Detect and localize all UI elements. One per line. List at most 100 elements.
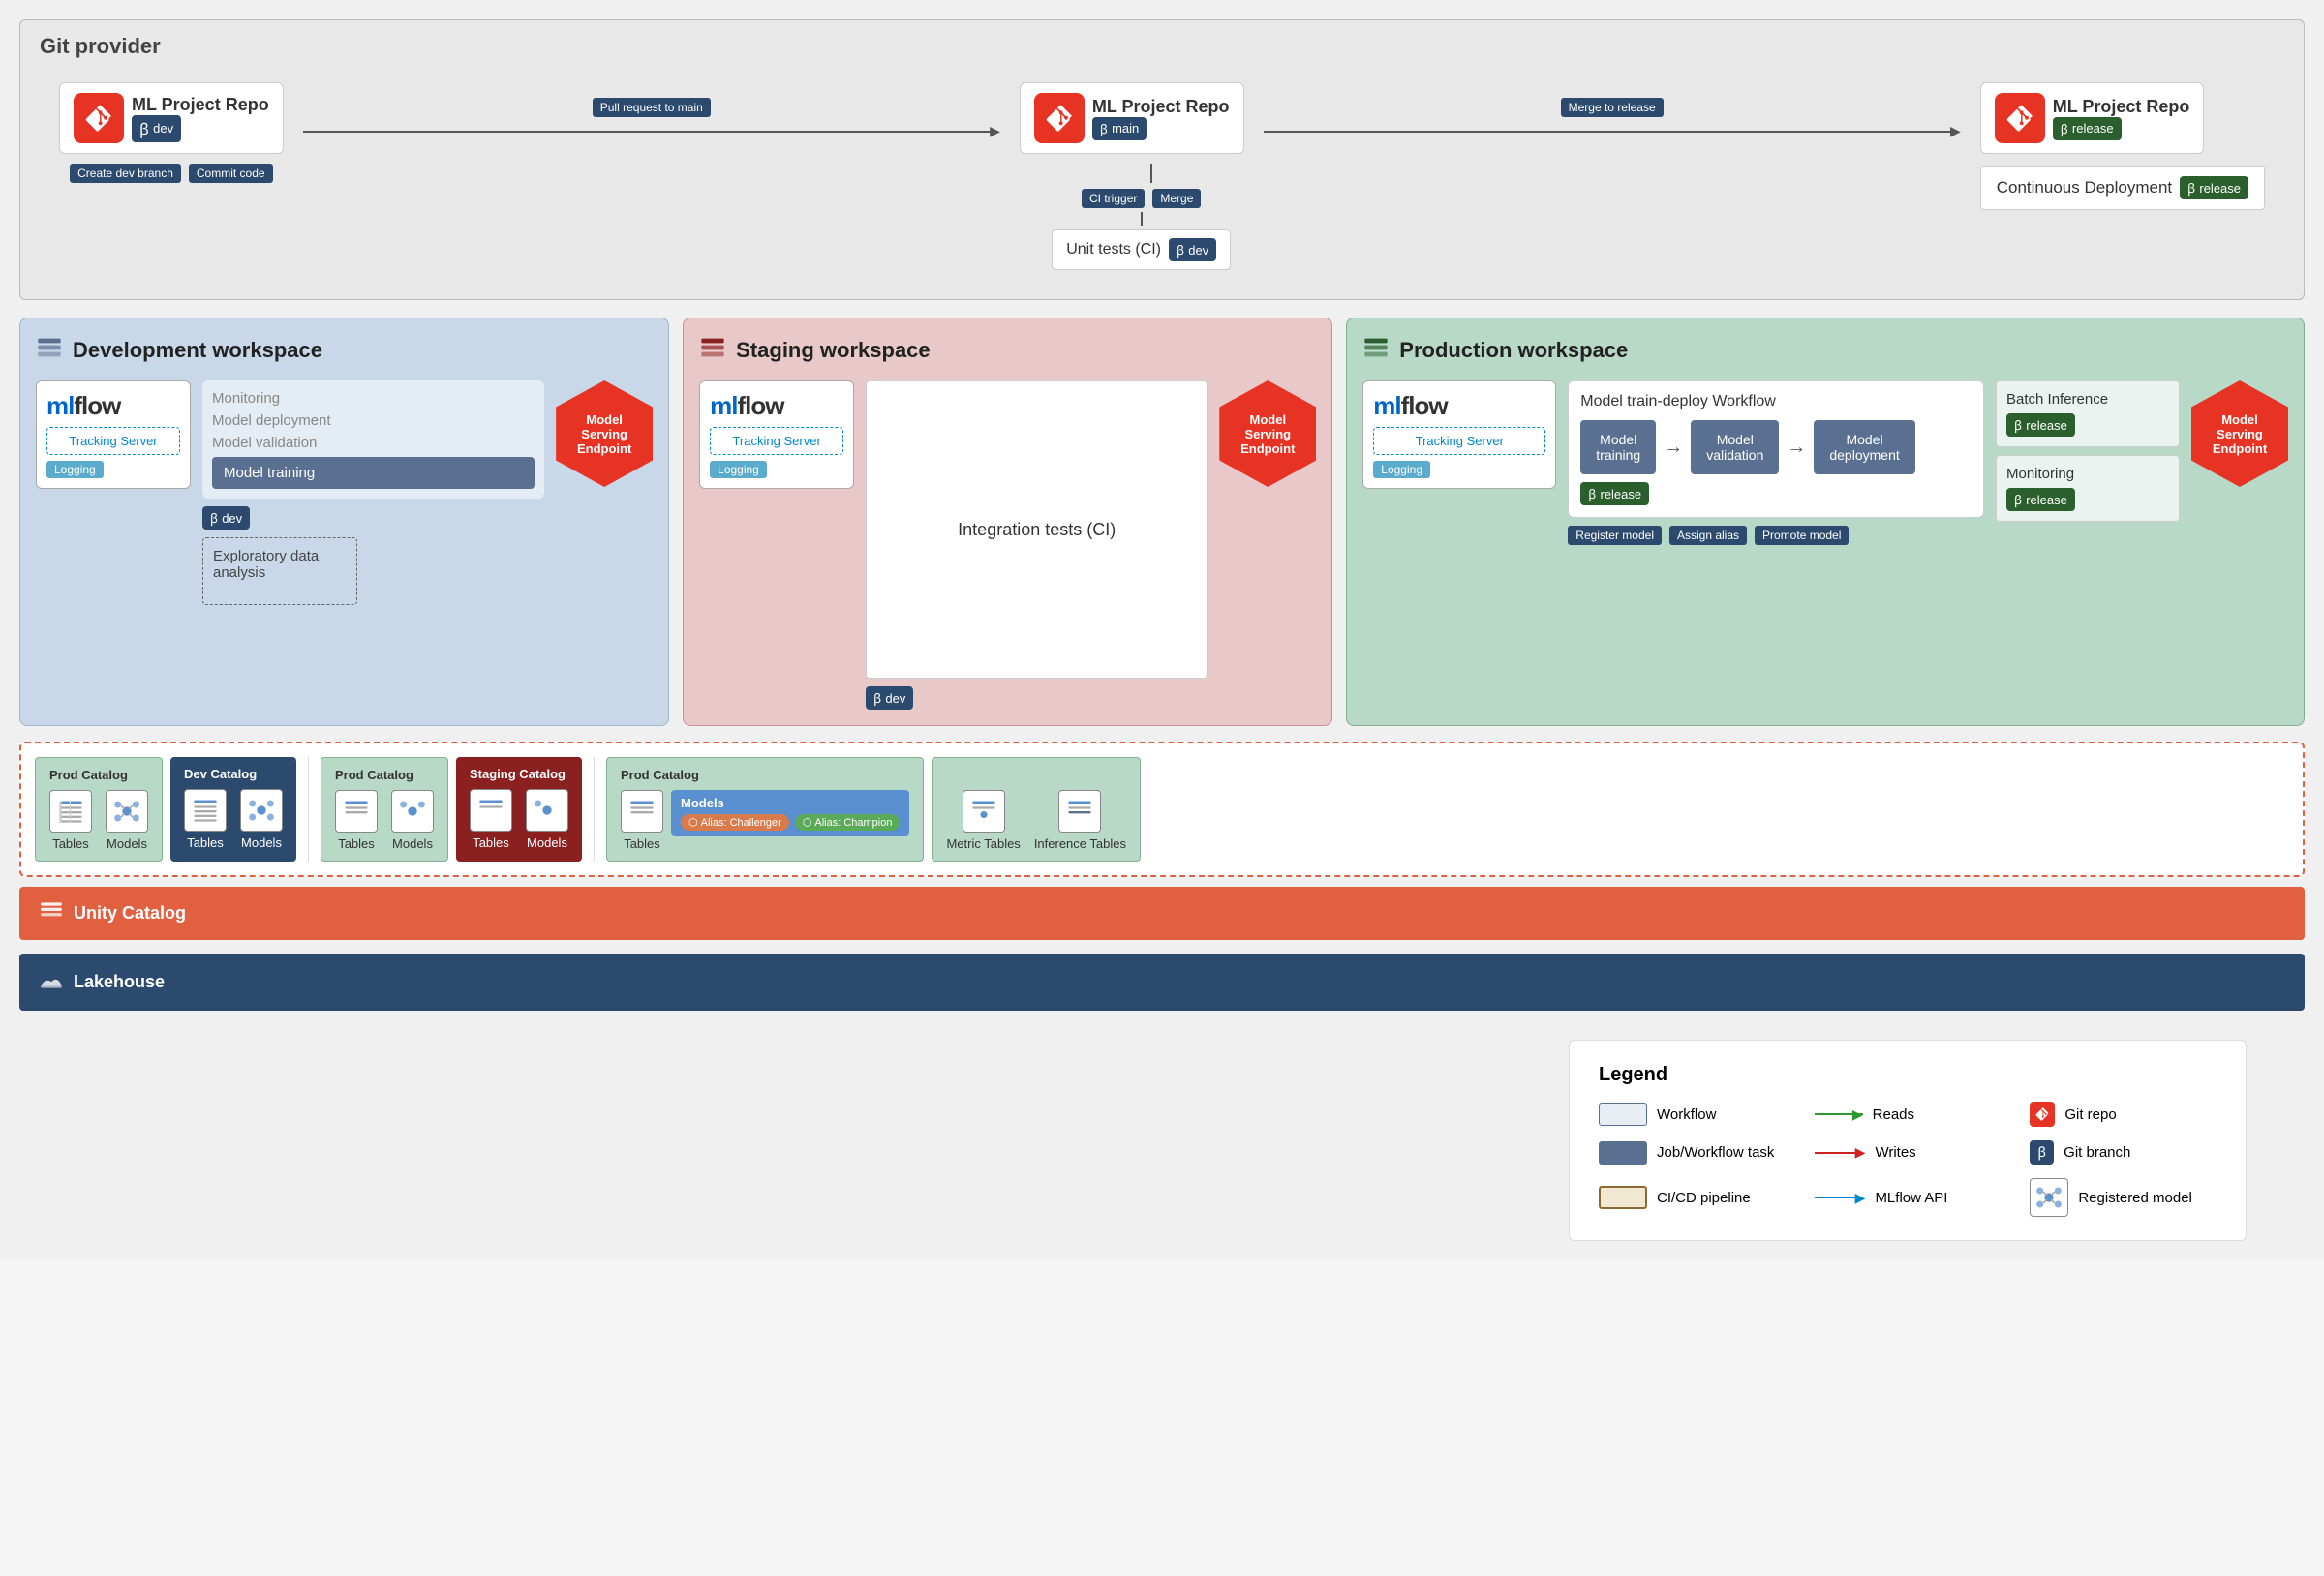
prod-model-serving-label: Model Serving Endpoint (2197, 412, 2282, 456)
legend-reads-symbol: ▶ (1815, 1113, 1863, 1115)
extra-tables-catalog: . Metric Tables Inference Ta (932, 757, 1141, 862)
staging-tables-label: Tables (473, 835, 509, 850)
dev-models-label: Models (241, 835, 282, 850)
dev-workspace-content: mlflow Tracking Server Logging Monitorin… (36, 380, 653, 710)
models-icon-dev (240, 789, 283, 832)
dev-model-serving: Model Serving Endpoint (556, 380, 653, 710)
staging-tables: Tables (470, 789, 512, 850)
inference-tables-label: Inference Tables (1034, 836, 1126, 851)
staging-workspace-icon (699, 334, 726, 367)
legend-mlflowapi-label: MLflow API (1875, 1190, 1947, 1206)
git-icon-1 (74, 93, 124, 143)
unit-tests-branch: ꞵ dev (1169, 238, 1216, 261)
staging-model-serving-hex: Model Serving Endpoint (1219, 380, 1316, 487)
repo-node-3: ML Project Repo ꞵ release Continuous Dep… (1980, 82, 2265, 210)
unity-catalog-label: Unity Catalog (74, 903, 186, 924)
prod-workflow-area: Model train-deploy Workflow Modeltrainin… (1568, 380, 1984, 710)
metric-tables-icon (963, 790, 1005, 833)
staging-workspace-header: Staging workspace (699, 334, 1316, 367)
tables-icon-sp (335, 790, 378, 833)
legend-box: Legend Workflow ▶ Reads (1569, 1040, 2247, 1241)
prod-batch-col: Batch Inference ꞵ release Monitoring ꞵ r… (1996, 380, 2180, 710)
staging-branch-label: dev (885, 691, 905, 706)
dev-branch-badge: ꞵ dev (202, 506, 250, 530)
batch-branch-label: release (2026, 418, 2067, 433)
champion-alias-label: Alias: Champion (814, 817, 892, 829)
model-actions-row: Register model Assign alias Promote mode… (1568, 526, 1984, 545)
dev-catalogs-group: Prod Catalog Tables Models (35, 757, 296, 862)
model-training-step: Modeltraining (1580, 420, 1656, 474)
staging-workspace-label: Staging workspace (736, 338, 931, 363)
prod-tables-label: Tables (624, 836, 660, 851)
staging-branch-badge: ꞵ dev (866, 686, 913, 710)
prod-tables-item: Tables (621, 790, 663, 851)
pr-to-main-label: Pull request to main (593, 98, 711, 117)
prod-workflow-title: Model train-deploy Workflow (1580, 393, 1972, 410)
prod-catalog-staging: Prod Catalog Tables Models (321, 757, 448, 862)
prod-catalog-dev-label: Prod Catalog (49, 768, 148, 782)
legend-gitbranch: ꞵ Git branch (2030, 1140, 2217, 1165)
batch-inference-box: Batch Inference ꞵ release (1996, 380, 2180, 447)
legend-regmodel-symbol (2030, 1178, 2068, 1217)
integration-tests-box: Integration tests (CI) (866, 380, 1208, 679)
step-arrow-2: → (1787, 437, 1806, 459)
dev-mlflow-logo: mlflow (46, 391, 180, 421)
prod-catalog-staging-label: Prod Catalog (335, 768, 434, 782)
repo-name-2: ML Project Repo (1092, 97, 1230, 117)
create-dev-branch-badge: Create dev branch (70, 164, 181, 183)
legend-jobtask: Job/Workflow task (1599, 1140, 1786, 1165)
prod-tracking-server: Tracking Server (1373, 427, 1545, 455)
legend-regmodel-label: Registered model (2078, 1190, 2192, 1206)
prod-catalog-prod-label: Prod Catalog (621, 768, 909, 782)
staging-model-serving: Model Serving Endpoint (1219, 380, 1316, 710)
legend-gitbranch-label: Git branch (2064, 1144, 2130, 1161)
exploratory-label: Exploratory data analysis (213, 548, 319, 581)
workspaces-row: Development workspace mlflow Tracking Se… (19, 318, 2305, 726)
legend-regmodel: Registered model (2030, 1178, 2217, 1217)
tables-icon-s (470, 789, 512, 832)
prod-workspace-icon (1362, 334, 1390, 367)
legend-writes: ▶ Writes (1815, 1140, 2002, 1165)
register-model-badge: Register model (1568, 526, 1662, 545)
prod-workspace-label: Production workspace (1399, 338, 1628, 363)
dev-workspace-header: Development workspace (36, 334, 653, 367)
challenger-alias-label: Alias: Challenger (701, 817, 781, 829)
model-deployment-step: Modeldeployment (1814, 420, 1914, 474)
prod-workspace-header: Production workspace (1362, 334, 2288, 367)
model-validation-step: Modelvalidation (1691, 420, 1779, 474)
legend-workflow-label: Workflow (1657, 1106, 1716, 1123)
exploratory-box: Exploratory data analysis (202, 537, 357, 605)
prod-workspace: Production workspace mlflow Tracking Ser… (1346, 318, 2305, 726)
staging-tracking-server: Tracking Server (710, 427, 843, 455)
staging-logging-badge: Logging (710, 461, 767, 478)
dev-mlflow: mlflow Tracking Server Logging (36, 380, 191, 710)
git-provider-section: Git provider ML Project Repo ꞵ dev (19, 19, 2305, 300)
legend-cicd-symbol (1599, 1186, 1647, 1209)
legend-mlflowapi-symbol: ▶ (1815, 1190, 1866, 1206)
batch-inference-title: Batch Inference (2006, 391, 2169, 408)
model-training-task: Model training (212, 457, 535, 489)
staging-catalog-label: Staging Catalog (470, 767, 568, 781)
cd-label: Continuous Deployment (1997, 178, 2172, 197)
merge-badge: Merge (1152, 189, 1201, 208)
monitoring-branch-label: release (2026, 493, 2067, 507)
legend-cicd-label: CI/CD pipeline (1657, 1190, 1751, 1206)
prod-models-area: Models ⬡ Alias: Challenger ⬡ Alias: Cham… (671, 790, 909, 836)
dev-models-item: Models (240, 789, 283, 850)
assign-alias-badge: Assign alias (1669, 526, 1747, 545)
ci-trigger-badge: CI trigger (1082, 189, 1145, 208)
staging-workspace: Staging workspace mlflow Tracking Server… (683, 318, 1332, 726)
staging-catalog: Staging Catalog Tables Model (456, 757, 582, 862)
legend-reads-label: Reads (1873, 1106, 1914, 1123)
unity-catalog-bar: Unity Catalog (19, 887, 2305, 940)
models-icon-1 (106, 790, 148, 833)
catalog-divider-2 (594, 757, 595, 862)
dev-tables-item: Tables (184, 789, 227, 850)
branch-label-2: main (1112, 121, 1139, 136)
main-container: Git provider ML Project Repo ꞵ dev (0, 0, 2324, 1260)
prod-models-area-label: Models (681, 796, 900, 810)
legend-gitrepo: Git repo (2030, 1102, 2217, 1127)
staging-mlflow-logo: mlflow (710, 391, 843, 421)
branch-tag-1: ꞵ dev (132, 115, 181, 142)
prod-mlflow-logo: mlflow (1373, 391, 1545, 421)
